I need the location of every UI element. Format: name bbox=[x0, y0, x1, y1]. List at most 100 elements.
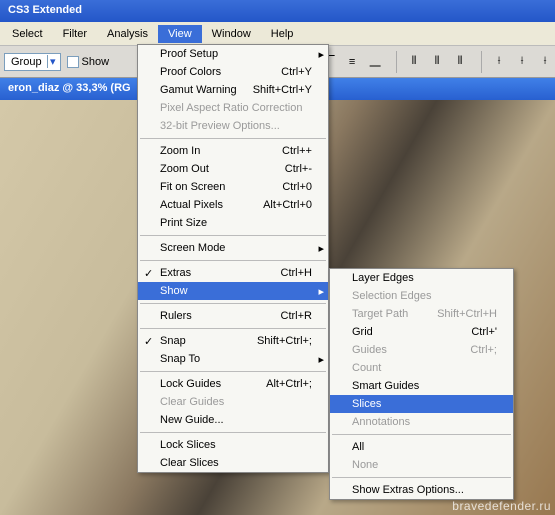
menu-item-label: Layer Edges bbox=[352, 272, 497, 284]
view-item-fit-on-screen[interactable]: Fit on ScreenCtrl+0 bbox=[138, 178, 328, 196]
menu-shortcut: Ctrl+; bbox=[470, 344, 497, 356]
menu-item-label: Guides bbox=[352, 344, 462, 356]
view-item-pixel-aspect-ratio-correction: Pixel Aspect Ratio Correction bbox=[138, 99, 328, 117]
watermark: bravedefender.ru bbox=[452, 499, 551, 513]
show-item-count: Count bbox=[330, 359, 513, 377]
view-separator bbox=[140, 328, 326, 329]
menu-item-label: Grid bbox=[352, 326, 463, 338]
check-icon: ✓ bbox=[144, 335, 153, 348]
menu-item-label: Proof Colors bbox=[160, 66, 273, 78]
show-item-annotations: Annotations bbox=[330, 413, 513, 431]
menu-item-label: Show bbox=[160, 285, 312, 297]
menu-analysis[interactable]: Analysis bbox=[97, 25, 158, 43]
menu-item-label: Annotations bbox=[352, 416, 497, 428]
menu-item-label: All bbox=[352, 441, 497, 453]
group-combo[interactable]: Group ▾ bbox=[4, 53, 61, 71]
menu-shortcut: Shift+Ctrl+H bbox=[437, 308, 497, 320]
menu-item-label: Snap bbox=[160, 335, 249, 347]
view-item-new-guide-[interactable]: New Guide... bbox=[138, 411, 328, 429]
view-item-show[interactable]: Show ▸ bbox=[138, 282, 328, 300]
view-item-snap-to[interactable]: Snap To▸ bbox=[138, 350, 328, 368]
menu-shortcut: Alt+Ctrl+; bbox=[266, 378, 312, 390]
distribute-right-icon[interactable]: ⟊ bbox=[534, 51, 555, 73]
show-item-none: None bbox=[330, 456, 513, 474]
menu-item-label: Proof Setup bbox=[160, 48, 312, 60]
view-separator bbox=[140, 260, 326, 261]
menu-item-label: Zoom Out bbox=[160, 163, 277, 175]
menu-item-label: Print Size bbox=[160, 217, 312, 229]
menu-item-label: Actual Pixels bbox=[160, 199, 255, 211]
show-separator bbox=[332, 477, 511, 478]
menu-shortcut: Ctrl+- bbox=[285, 163, 312, 175]
view-item-zoom-out[interactable]: Zoom Out Ctrl+- bbox=[138, 160, 328, 178]
document-title: eron_diaz @ 33,3% (RG bbox=[8, 82, 131, 94]
view-separator bbox=[140, 138, 326, 139]
distribute-left-icon[interactable]: ⟊ bbox=[488, 51, 510, 73]
show-item-target-path: Target PathShift+Ctrl+H bbox=[330, 305, 513, 323]
view-separator bbox=[140, 303, 326, 304]
show-item-selection-edges: Selection Edges bbox=[330, 287, 513, 305]
distribute-bottom-icon[interactable]: ⫴ bbox=[449, 51, 471, 73]
menu-window[interactable]: Window bbox=[202, 25, 261, 43]
menu-item-label: Clear Guides bbox=[160, 396, 312, 408]
show-submenu: Layer Edges Selection Edges Target PathShi… bbox=[329, 268, 514, 500]
menu-item-label: Selection Edges bbox=[352, 290, 497, 302]
show-item-smart-guides[interactable]: Smart Guides bbox=[330, 377, 513, 395]
show-item-grid[interactable]: Grid Ctrl+' bbox=[330, 323, 513, 341]
distribute-hcenter-icon[interactable]: ⟊ bbox=[511, 51, 533, 73]
menu-item-label: Zoom In bbox=[160, 145, 274, 157]
align-bottom-icon[interactable]: ⎽ bbox=[364, 51, 386, 73]
view-item-clear-slices[interactable]: Clear Slices bbox=[138, 454, 328, 472]
combo-label: Group bbox=[7, 56, 47, 68]
view-separator bbox=[140, 432, 326, 433]
view-item-screen-mode[interactable]: Screen Mode▸ bbox=[138, 239, 328, 257]
view-item-snap[interactable]: ✓ Snap Shift+Ctrl+; bbox=[138, 332, 328, 350]
view-item-lock-slices[interactable]: Lock Slices bbox=[138, 436, 328, 454]
menu-shortcut: Ctrl+' bbox=[471, 326, 497, 338]
menu-filter[interactable]: Filter bbox=[53, 25, 97, 43]
show-item-all[interactable]: All bbox=[330, 438, 513, 456]
view-item-gamut-warning[interactable]: Gamut WarningShift+Ctrl+Y bbox=[138, 81, 328, 99]
menu-item-label: Rulers bbox=[160, 310, 273, 322]
submenu-arrow-icon: ▸ bbox=[318, 285, 324, 298]
align-vcenter-icon[interactable]: ≡ bbox=[341, 51, 363, 73]
menu-shortcut: Ctrl+Y bbox=[281, 66, 312, 78]
menu-item-label: None bbox=[352, 459, 497, 471]
show-item-show-extras-options-[interactable]: Show Extras Options... bbox=[330, 481, 513, 499]
view-item-zoom-in[interactable]: Zoom In Ctrl++ bbox=[138, 142, 328, 160]
menu-help[interactable]: Help bbox=[261, 25, 304, 43]
menu-view[interactable]: View bbox=[158, 25, 202, 43]
view-separator bbox=[140, 371, 326, 372]
show-item-slices[interactable]: Slices bbox=[330, 395, 513, 413]
view-item-extras[interactable]: ✓ExtrasCtrl+H bbox=[138, 264, 328, 282]
menu-shortcut: Ctrl++ bbox=[282, 145, 312, 157]
menu-item-label: Show Extras Options... bbox=[352, 484, 497, 496]
checkbox-box-icon bbox=[67, 56, 79, 68]
show-separator bbox=[332, 434, 511, 435]
menu-item-label: Lock Guides bbox=[160, 378, 258, 390]
submenu-arrow-icon: ▸ bbox=[318, 242, 324, 255]
menu-item-label: Slices bbox=[352, 398, 497, 410]
view-item-clear-guides: Clear Guides bbox=[138, 393, 328, 411]
distribute-top-icon[interactable]: ⫴ bbox=[403, 51, 425, 73]
menu-bar: SelectFilterAnalysisViewWindowHelp bbox=[0, 22, 555, 46]
view-item-rulers[interactable]: RulersCtrl+R bbox=[138, 307, 328, 325]
show-checkbox[interactable]: Show bbox=[67, 56, 110, 68]
view-item-lock-guides[interactable]: Lock Guides Alt+Ctrl+; bbox=[138, 375, 328, 393]
menu-shortcut: Alt+Ctrl+0 bbox=[263, 199, 312, 211]
menu-item-label: Clear Slices bbox=[160, 457, 312, 469]
menu-item-label: New Guide... bbox=[160, 414, 312, 426]
view-dropdown: Proof Setup▸Proof ColorsCtrl+YGamut Warn… bbox=[137, 44, 329, 473]
show-item-layer-edges[interactable]: Layer Edges bbox=[330, 269, 513, 287]
distribute-vcenter-icon[interactable]: ⫴ bbox=[426, 51, 448, 73]
menu-select[interactable]: Select bbox=[2, 25, 53, 43]
view-item-actual-pixels[interactable]: Actual Pixels Alt+Ctrl+0 bbox=[138, 196, 328, 214]
menu-item-label: 32-bit Preview Options... bbox=[160, 120, 312, 132]
title-bar: CS3 Extended bbox=[0, 0, 555, 22]
view-item-print-size[interactable]: Print Size bbox=[138, 214, 328, 232]
chevron-down-icon: ▾ bbox=[47, 55, 58, 68]
view-item-proof-colors[interactable]: Proof Colors Ctrl+Y bbox=[138, 63, 328, 81]
view-item-proof-setup[interactable]: Proof Setup▸ bbox=[138, 45, 328, 63]
app-title: CS3 Extended bbox=[8, 4, 82, 16]
menu-shortcut: Shift+Ctrl+; bbox=[257, 335, 312, 347]
